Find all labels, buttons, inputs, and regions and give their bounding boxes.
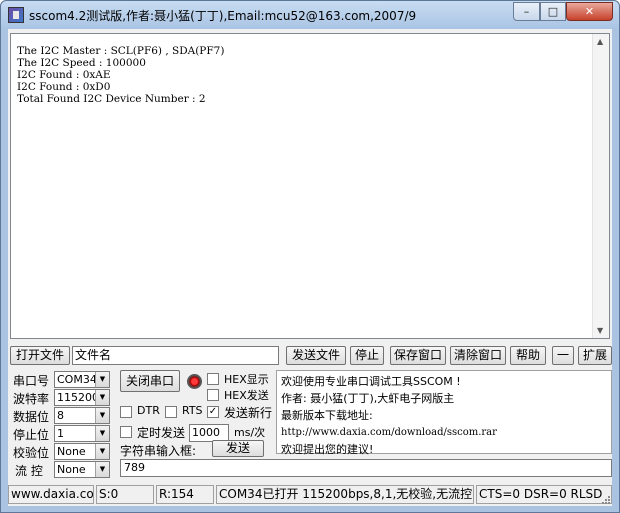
info-box: 欢迎使用专业串口调试工具SSCOM ! 作者: 聂小猛(丁丁),大虾电子网版主 …: [276, 370, 612, 456]
send-text-input[interactable]: 789: [120, 459, 612, 477]
baud-select[interactable]: 115200 ▼: [54, 389, 110, 406]
help-button[interactable]: 帮助: [510, 346, 546, 365]
flow-control-value: None: [57, 463, 86, 476]
maximize-button[interactable]: □: [540, 2, 566, 21]
file-name-field[interactable]: 文件名: [72, 346, 279, 365]
dtr-checkbox[interactable]: [120, 406, 132, 418]
expand-button[interactable]: 扩展: [578, 346, 612, 365]
open-file-button[interactable]: 打开文件: [10, 346, 70, 365]
settings-panel: 串口号 COM34 ▼ 波特率 115200 ▼ 数据位 8 ▼ 停止位 1 ▼ 校验位…: [10, 369, 612, 481]
receive-line: The I2C Master : SCL(PF6) , SDA(PF7): [17, 45, 225, 57]
port-value: COM34: [57, 373, 97, 386]
receive-line: I2C Found : 0xAE: [17, 69, 111, 81]
clear-window-button[interactable]: 清除窗口: [450, 346, 506, 365]
port-select[interactable]: COM34 ▼: [54, 371, 110, 388]
info-line: 作者: 聂小猛(丁丁),大虾电子网版主: [281, 392, 455, 405]
app-icon[interactable]: [8, 7, 24, 23]
close-port-button[interactable]: 关闭串口: [120, 370, 180, 392]
receive-area[interactable]: The I2C Master : SCL(PF6) , SDA(PF7) The…: [10, 33, 610, 339]
send-newline-checkbox[interactable]: ✓: [207, 406, 219, 418]
dash-button[interactable]: 一: [552, 346, 574, 365]
parity-select[interactable]: None ▼: [54, 443, 110, 460]
status-sent-count: S:0: [96, 485, 154, 504]
flow-control-label: 流 控: [15, 464, 43, 478]
send-button[interactable]: 发送: [212, 440, 264, 457]
interval-unit-label: ms/次: [234, 426, 266, 439]
dtr-label: DTR: [137, 404, 160, 417]
resize-grip-icon[interactable]: [601, 494, 611, 504]
baud-label: 波特率: [13, 392, 50, 406]
timed-send-label: 定时发送: [137, 426, 186, 440]
download-link[interactable]: http://www.daxia.com/download/sscom.rar: [281, 424, 607, 441]
receive-text: The I2C Master : SCL(PF6) , SDA(PF7) The…: [17, 45, 224, 105]
save-window-button[interactable]: 保存窗口: [390, 346, 446, 365]
parity-label: 校验位: [13, 446, 50, 460]
stop-bits-value: 1: [57, 427, 64, 440]
receive-line: Total Found I2C Device Number : 2: [17, 93, 206, 105]
input-label: 字符串输入框:: [120, 444, 197, 458]
data-bits-select[interactable]: 8 ▼: [54, 407, 110, 424]
receive-line: I2C Found : 0xD0: [17, 81, 111, 93]
port-label: 串口号: [13, 374, 50, 388]
close-button[interactable]: ✕: [566, 2, 613, 21]
window-title: sscom4.2测试版,作者:聂小猛(丁丁),Email:mcu52@163.c…: [29, 9, 417, 23]
data-bits-label: 数据位: [13, 410, 50, 424]
scroll-up-icon[interactable]: ▲: [597, 37, 603, 46]
baud-value: 115200: [57, 391, 99, 404]
status-site: www.daxia.com: [8, 485, 94, 504]
app-window: sscom4.2测试版,作者:聂小猛(丁丁),Email:mcu52@163.c…: [0, 0, 620, 513]
port-status-led-icon: [187, 374, 202, 389]
stop-bits-label: 停止位: [13, 428, 50, 442]
scroll-down-icon[interactable]: ▼: [597, 326, 603, 335]
hex-send-label: HEX发送: [224, 389, 269, 402]
hex-display-checkbox[interactable]: [207, 373, 219, 385]
stop-bits-select[interactable]: 1 ▼: [54, 425, 110, 442]
info-line: 最新版本下载地址:: [281, 409, 373, 422]
info-line: 欢迎提出您的建议!: [281, 443, 374, 456]
rts-checkbox[interactable]: [165, 406, 177, 418]
vertical-scrollbar[interactable]: ▲ ▼: [592, 34, 609, 338]
file-toolbar: 打开文件 文件名 发送文件 停止 保存窗口 清除窗口 帮助 一 扩展: [10, 346, 612, 365]
status-bar: www.daxia.com S:0 R:154 COM34已打开 115200b…: [8, 485, 612, 505]
status-port-info: COM34已打开 115200bps,8,1,无校验,无流控: [216, 485, 474, 504]
chevron-down-icon[interactable]: ▼: [95, 390, 109, 405]
chevron-down-icon[interactable]: ▼: [95, 408, 109, 423]
stop-button[interactable]: 停止: [350, 346, 384, 365]
parity-value: None: [57, 445, 86, 458]
rts-label: RTS: [182, 404, 203, 417]
send-newline-label: 发送新行: [224, 406, 273, 420]
timed-send-checkbox[interactable]: [120, 426, 132, 438]
title-bar[interactable]: sscom4.2测试版,作者:聂小猛(丁丁),Email:mcu52@163.c…: [1, 1, 619, 29]
chevron-down-icon[interactable]: ▼: [95, 444, 109, 459]
status-received-count: R:154: [156, 485, 214, 504]
chevron-down-icon[interactable]: ▼: [95, 426, 109, 441]
client-area: The I2C Master : SCL(PF6) , SDA(PF7) The…: [8, 29, 612, 506]
receive-line: The I2C Speed : 100000: [17, 57, 146, 69]
hex-display-label: HEX显示: [224, 373, 269, 386]
chevron-down-icon[interactable]: ▼: [95, 462, 109, 477]
flow-control-select[interactable]: None ▼: [54, 461, 110, 478]
minimize-button[interactable]: –: [513, 2, 540, 21]
hex-send-checkbox[interactable]: [207, 389, 219, 401]
status-line-signals: CTS=0 DSR=0 RLSD: [476, 485, 612, 504]
data-bits-value: 8: [57, 409, 64, 422]
chevron-down-icon[interactable]: ▼: [95, 372, 109, 387]
send-file-button[interactable]: 发送文件: [286, 346, 346, 365]
info-line: 欢迎使用专业串口调试工具SSCOM !: [281, 375, 461, 388]
